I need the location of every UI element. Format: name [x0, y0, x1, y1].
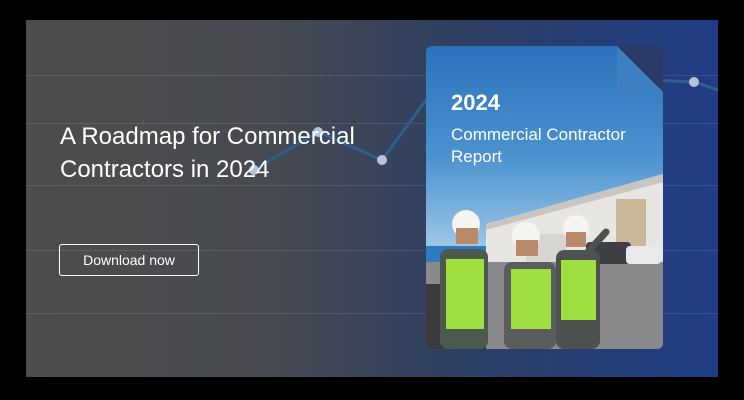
report-title: Commercial Contractor Report	[451, 125, 626, 166]
report-cover-photo	[426, 174, 663, 349]
download-now-button[interactable]: Download now	[59, 244, 199, 276]
report-cover[interactable]: 2024 Commercial Contractor Report	[426, 46, 663, 349]
promo-banner: A Roadmap for Commercial Contractors in …	[26, 20, 718, 377]
banner-headline: A Roadmap for Commercial Contractors in …	[60, 123, 355, 183]
trend-point	[377, 155, 387, 165]
trend-point	[689, 77, 699, 87]
report-cover-fold-shade	[617, 46, 663, 92]
report-year: 2024	[451, 90, 500, 115]
